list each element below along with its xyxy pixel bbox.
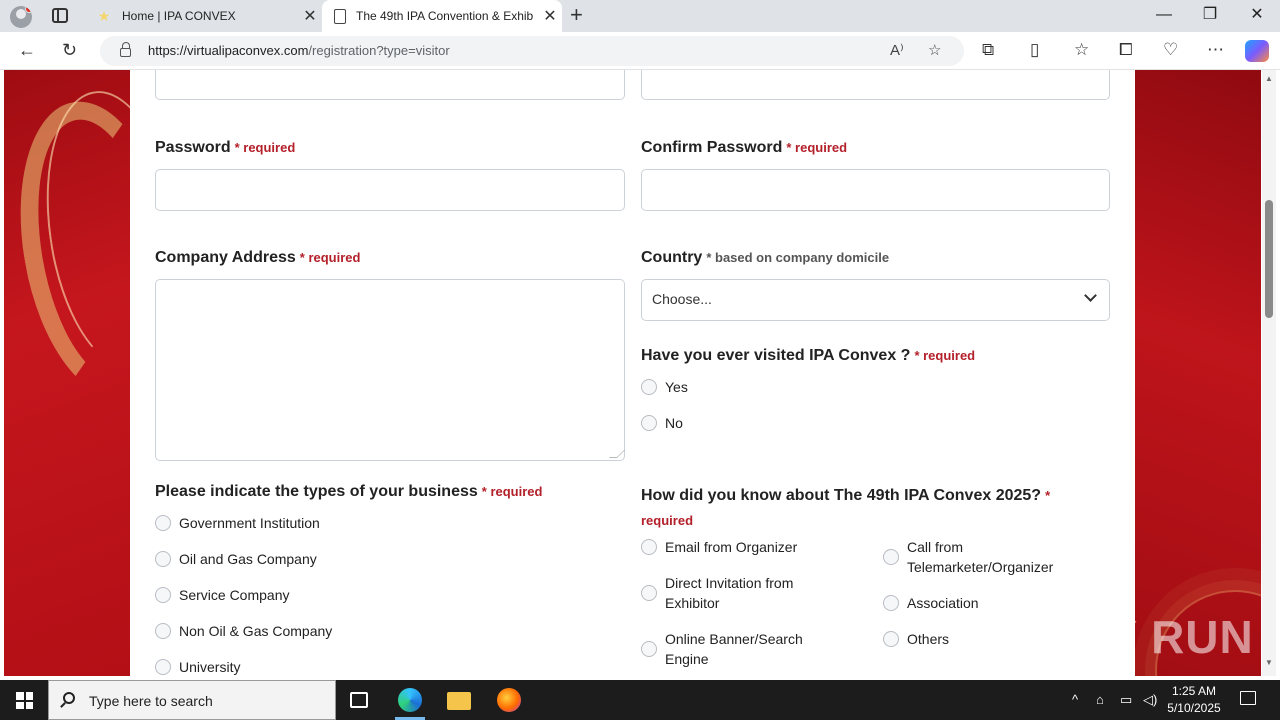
address-bar[interactable]: https://virtualipaconvex.com/registratio… [100, 36, 964, 66]
browser-window: ★ Home | IPA CONVEX ✕ The 49th IPA Conve… [0, 0, 1280, 720]
radio-business-option[interactable]: Oil and Gas Company [155, 549, 317, 569]
profile-avatar-icon[interactable] [10, 6, 32, 28]
page-viewport: Password * required Confirm Password * req… [0, 70, 1280, 680]
how-know-label: How did you know about The 49th IPA Conv… [641, 487, 1051, 528]
chevron-down-icon [1084, 289, 1097, 302]
anyrun-watermark: ANY RUN [1038, 611, 1254, 663]
system-clock[interactable]: 1:25 AM 5/10/2025 [1160, 683, 1228, 717]
url-text[interactable]: https://virtualipaconvex.com/registratio… [148, 43, 450, 58]
extensions-icon[interactable]: ⧉ [982, 40, 994, 60]
registration-form: Password * required Confirm Password * req… [130, 70, 1135, 680]
task-view-icon[interactable] [350, 692, 368, 708]
windows-start-icon[interactable] [16, 692, 33, 709]
radio-source-option[interactable]: Email from Organizer [641, 537, 861, 557]
radio-business-option[interactable]: Non Oil & Gas Company [155, 621, 332, 641]
password-input[interactable] [155, 169, 625, 211]
radio-circle-icon[interactable] [883, 631, 899, 647]
page-favicon-icon [334, 8, 346, 24]
radio-circle-icon[interactable] [155, 551, 171, 567]
radio-business-option[interactable]: Government Institution [155, 513, 320, 533]
tab-registration[interactable]: The 49th IPA Convention & Exhib ✕ [322, 0, 562, 32]
business-types-label: Please indicate the types of your busine… [155, 483, 543, 500]
page-scrollbar[interactable]: ▲ ▼ [1262, 70, 1276, 676]
radio-circle-icon[interactable] [883, 549, 899, 565]
radio-source-option[interactable]: Direct Invitation from Exhibitor [641, 573, 841, 613]
read-aloud-icon[interactable]: A⁾ [890, 41, 904, 59]
radio-source-option[interactable]: Call from Telemarketer/Organizer [883, 537, 1093, 577]
file-explorer-icon[interactable] [447, 692, 471, 710]
radio-business-option[interactable]: Service Company [155, 585, 290, 605]
restore-icon[interactable]: ❐ [1187, 4, 1233, 26]
show-hidden-icons-icon[interactable]: ^ [1072, 692, 1078, 707]
split-screen-icon[interactable]: ▯ [1030, 40, 1039, 60]
tab-title: Home | IPA CONVEX [122, 9, 236, 23]
close-window-icon[interactable]: ✕ [1234, 4, 1280, 26]
tab-actions-icon[interactable] [52, 8, 68, 23]
visited-question-label: Have you ever visited IPA Convex ? * requ… [641, 347, 976, 364]
tab-home[interactable]: ★ Home | IPA CONVEX ✕ [86, 0, 322, 32]
taskbar-search[interactable]: Type here to search [48, 680, 336, 720]
radio-circle-icon[interactable] [641, 379, 657, 395]
tray-app-icon[interactable]: ⌂ [1096, 692, 1104, 707]
tab-title: The 49th IPA Convention & Exhib [356, 9, 534, 23]
radio-circle-icon[interactable] [641, 641, 657, 657]
firefox-icon[interactable] [497, 688, 521, 712]
radio-circle-icon[interactable] [641, 415, 657, 431]
decorative-background-left [4, 70, 130, 676]
radio-circle-icon[interactable] [641, 539, 657, 555]
country-select[interactable]: Choose... [641, 279, 1110, 321]
confirm-password-input[interactable] [641, 169, 1110, 211]
notifications-icon[interactable] [1240, 691, 1256, 705]
radio-circle-icon[interactable] [155, 515, 171, 531]
radio-business-option[interactable]: University [155, 657, 240, 677]
scroll-down-icon[interactable]: ▼ [1265, 658, 1273, 667]
clock-time: 1:25 AM [1171, 684, 1217, 698]
new-tab-icon[interactable]: + [570, 4, 583, 26]
more-menu-icon[interactable]: ⋯ [1207, 40, 1224, 60]
country-label: Country * based on company domicile [641, 249, 890, 266]
windows-taskbar: Type here to search ^ ⌂ ▭ ◁) 1:25 AM 5/1… [0, 680, 1280, 720]
lock-icon[interactable] [120, 42, 131, 57]
company-address-label: Company Address * required [155, 249, 361, 266]
refresh-icon[interactable]: ↻ [62, 40, 77, 60]
confirm-password-label: Confirm Password * required [641, 139, 848, 156]
search-placeholder: Type here to search [89, 693, 213, 709]
search-icon [63, 692, 75, 704]
collections-icon[interactable]: ⧠ [1119, 40, 1133, 60]
volume-icon[interactable]: ◁) [1143, 692, 1157, 708]
close-tab-icon[interactable]: ✕ [538, 6, 562, 26]
browser-essentials-icon[interactable]: ♡ [1163, 40, 1178, 60]
copilot-icon[interactable] [1245, 40, 1269, 62]
minimize-icon[interactable]: — [1141, 4, 1187, 26]
scrollbar-thumb[interactable] [1265, 200, 1273, 318]
scroll-up-icon[interactable]: ▲ [1265, 74, 1273, 83]
favorite-star-icon[interactable]: ☆ [928, 41, 941, 59]
navigation-bar: ← ↻ https://virtualipaconvex.com/registr… [0, 32, 1280, 70]
network-icon[interactable]: ▭ [1120, 692, 1132, 708]
previous-input-right[interactable] [641, 70, 1110, 100]
back-icon[interactable]: ← [18, 40, 36, 60]
radio-circle-icon[interactable] [155, 587, 171, 603]
radio-visited-yes[interactable]: Yes [641, 377, 688, 397]
tab-strip: ★ Home | IPA CONVEX ✕ The 49th IPA Conve… [0, 0, 1280, 32]
decorative-background-right [1135, 70, 1261, 676]
country-selected-value: Choose... [652, 291, 712, 307]
clock-date: 5/10/2025 [1167, 701, 1221, 715]
password-label: Password * required [155, 139, 296, 156]
radio-circle-icon[interactable] [883, 595, 899, 611]
notification-dot-icon [25, 6, 32, 13]
radio-circle-icon[interactable] [641, 585, 657, 601]
edge-browser-icon[interactable] [398, 688, 422, 712]
star-favicon-icon: ★ [97, 8, 111, 24]
previous-input-left[interactable] [155, 70, 625, 100]
radio-source-option[interactable]: Online Banner/Search Engine [641, 629, 841, 669]
radio-circle-icon[interactable] [155, 623, 171, 639]
favorites-icon[interactable]: ☆ [1074, 40, 1089, 60]
radio-visited-no[interactable]: No [641, 413, 683, 433]
radio-circle-icon[interactable] [155, 659, 171, 675]
close-tab-icon[interactable]: ✕ [298, 6, 322, 26]
company-address-textarea[interactable] [155, 279, 625, 461]
